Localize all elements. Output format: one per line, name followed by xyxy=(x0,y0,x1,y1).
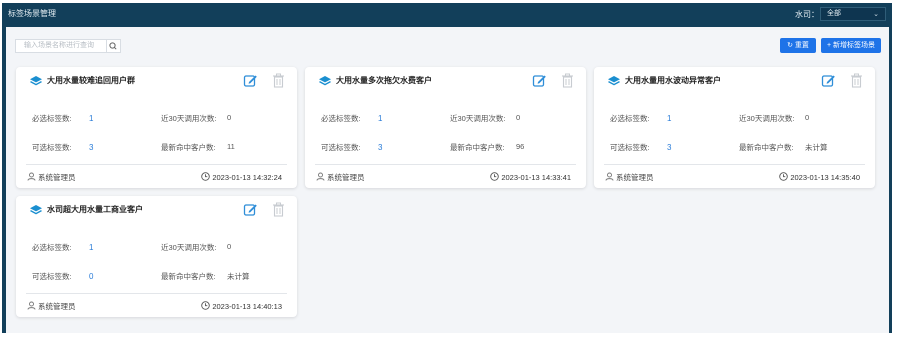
card-owner: 系统管理员 xyxy=(605,172,654,183)
card-timestamp: 2023-01-13 14:32:24 xyxy=(201,172,282,182)
edit-icon[interactable] xyxy=(821,73,836,93)
latest-hits-label: 最新命中客户数: xyxy=(739,143,794,152)
card-divider xyxy=(26,293,287,294)
optional-tags-label: 可选标签数: xyxy=(32,143,72,152)
required-tags-label: 必选标签数: xyxy=(32,114,72,123)
timestamp-value: 2023-01-13 14:32:24 xyxy=(212,173,282,182)
add-scene-button-label: 新增标签场景 xyxy=(833,42,876,49)
card-timestamp: 2023-01-13 14:33:41 xyxy=(490,172,571,182)
calls-30d-value: 0 xyxy=(805,113,810,122)
optional-tags-count[interactable]: 3 xyxy=(667,143,671,152)
optional-tags-label: 可选标签数: xyxy=(610,143,650,152)
calls-30d-value: 0 xyxy=(516,113,521,122)
card-owner: 系统管理员 xyxy=(27,172,76,183)
owner-name: 系统管理员 xyxy=(38,173,76,182)
scene-card[interactable]: 大用水量用水波动异常客户 必选标签数: 1 近30天调用次数: 0 可选标签数:… xyxy=(594,67,875,188)
search-icon[interactable] xyxy=(106,40,120,52)
company-select-value: 全部 xyxy=(827,10,841,17)
window-title: 标签场景管理 xyxy=(8,9,56,18)
latest-hits-label: 最新命中客户数: xyxy=(450,143,505,152)
reset-button[interactable]: ↻ 重置 xyxy=(780,38,816,53)
card-divider xyxy=(315,164,576,165)
plus-icon: + xyxy=(826,42,832,49)
calls-30d-label: 近30天调用次数: xyxy=(161,243,217,252)
layers-icon xyxy=(318,74,332,92)
scene-card[interactable]: 水司超大用水量工商业客户 必选标签数: 1 近30天调用次数: 0 可选标签数:… xyxy=(16,196,297,317)
card-divider xyxy=(26,164,287,165)
optional-tags-label: 可选标签数: xyxy=(321,143,361,152)
scene-name: 水司超大用水量工商业客户 xyxy=(47,205,143,214)
trash-icon[interactable] xyxy=(561,73,574,93)
clock-icon xyxy=(779,172,789,181)
timestamp-value: 2023-01-13 14:33:41 xyxy=(501,173,571,182)
edit-icon[interactable] xyxy=(532,73,547,93)
clock-icon xyxy=(490,172,500,181)
layers-icon xyxy=(29,203,43,221)
calls-30d-label: 近30天调用次数: xyxy=(161,114,217,123)
card-owner: 系统管理员 xyxy=(27,301,76,312)
refresh-icon: ↻ xyxy=(787,42,793,49)
optional-tags-label: 可选标签数: xyxy=(32,272,72,281)
scene-name: 大用水量多次拖欠水费客户 xyxy=(336,76,432,85)
calls-30d-label: 近30天调用次数: xyxy=(450,114,506,123)
latest-hits-value: 11 xyxy=(227,142,235,151)
card-divider xyxy=(604,164,865,165)
scene-name: 大用水量用水波动异常客户 xyxy=(625,76,721,85)
user-icon xyxy=(316,172,325,181)
layers-icon xyxy=(29,74,43,92)
user-icon xyxy=(27,301,36,310)
clock-icon xyxy=(201,301,211,310)
latest-hits-value: 未计算 xyxy=(227,272,250,281)
card-timestamp: 2023-01-13 14:35:40 xyxy=(779,172,860,182)
card-owner: 系统管理员 xyxy=(316,172,365,183)
calls-30d-label: 近30天调用次数: xyxy=(739,114,795,123)
company-select[interactable]: 全部 ⌄ xyxy=(820,7,886,21)
search-input[interactable]: 输入场景名称进行查询 xyxy=(15,39,121,53)
owner-name: 系统管理员 xyxy=(327,173,365,182)
optional-tags-count[interactable]: 0 xyxy=(89,272,93,281)
trash-icon[interactable] xyxy=(272,73,285,93)
chevron-down-icon: ⌄ xyxy=(873,11,879,18)
calls-30d-value: 0 xyxy=(227,242,232,251)
latest-hits-value: 96 xyxy=(516,142,525,151)
trash-icon[interactable] xyxy=(272,202,285,222)
reset-button-label: 重置 xyxy=(794,42,809,49)
scene-card[interactable]: 大用水量较难追回用户群 必选标签数: 1 近30天调用次数: 0 可选标签数: … xyxy=(16,67,297,188)
edit-icon[interactable] xyxy=(243,73,258,93)
required-tags-count[interactable]: 1 xyxy=(89,243,93,252)
search-placeholder: 输入场景名称进行查询 xyxy=(24,42,94,49)
required-tags-label: 必选标签数: xyxy=(321,114,361,123)
clock-icon xyxy=(201,172,211,181)
latest-hits-value: 未计算 xyxy=(805,143,828,152)
title-bar: 标签场景管理 水司： 全部 ⌄ xyxy=(2,3,892,25)
owner-name: 系统管理员 xyxy=(616,173,654,182)
scene-name: 大用水量较难追回用户群 xyxy=(47,76,135,85)
required-tags-label: 必选标签数: xyxy=(610,114,650,123)
card-timestamp: 2023-01-13 14:40:13 xyxy=(201,301,282,311)
owner-name: 系统管理员 xyxy=(38,302,76,311)
timestamp-value: 2023-01-13 14:35:40 xyxy=(790,173,860,182)
user-icon xyxy=(605,172,614,181)
optional-tags-count[interactable]: 3 xyxy=(378,143,382,152)
app-window: 标签场景管理 水司： 全部 ⌄ 输入场景名称进行查询 ↻ 重置 + 新增标签场景… xyxy=(2,3,892,333)
trash-icon[interactable] xyxy=(850,73,863,93)
latest-hits-label: 最新命中客户数: xyxy=(161,143,216,152)
latest-hits-label: 最新命中客户数: xyxy=(161,272,216,281)
required-tags-label: 必选标签数: xyxy=(32,243,72,252)
required-tags-count[interactable]: 1 xyxy=(89,114,93,123)
required-tags-count[interactable]: 1 xyxy=(378,114,382,123)
add-scene-button[interactable]: + 新增标签场景 xyxy=(821,38,881,53)
main-content: 输入场景名称进行查询 ↻ 重置 + 新增标签场景 大用水量较难追回用户群 必选标… xyxy=(6,27,889,333)
timestamp-value: 2023-01-13 14:40:13 xyxy=(212,302,282,311)
user-icon xyxy=(27,172,36,181)
scene-card[interactable]: 大用水量多次拖欠水费客户 必选标签数: 1 近30天调用次数: 0 可选标签数:… xyxy=(305,67,586,188)
company-filter-label: 水司： xyxy=(795,10,819,19)
layers-icon xyxy=(607,74,621,92)
optional-tags-count[interactable]: 3 xyxy=(89,143,93,152)
edit-icon[interactable] xyxy=(243,202,258,222)
required-tags-count[interactable]: 1 xyxy=(667,114,671,123)
calls-30d-value: 0 xyxy=(227,113,232,122)
